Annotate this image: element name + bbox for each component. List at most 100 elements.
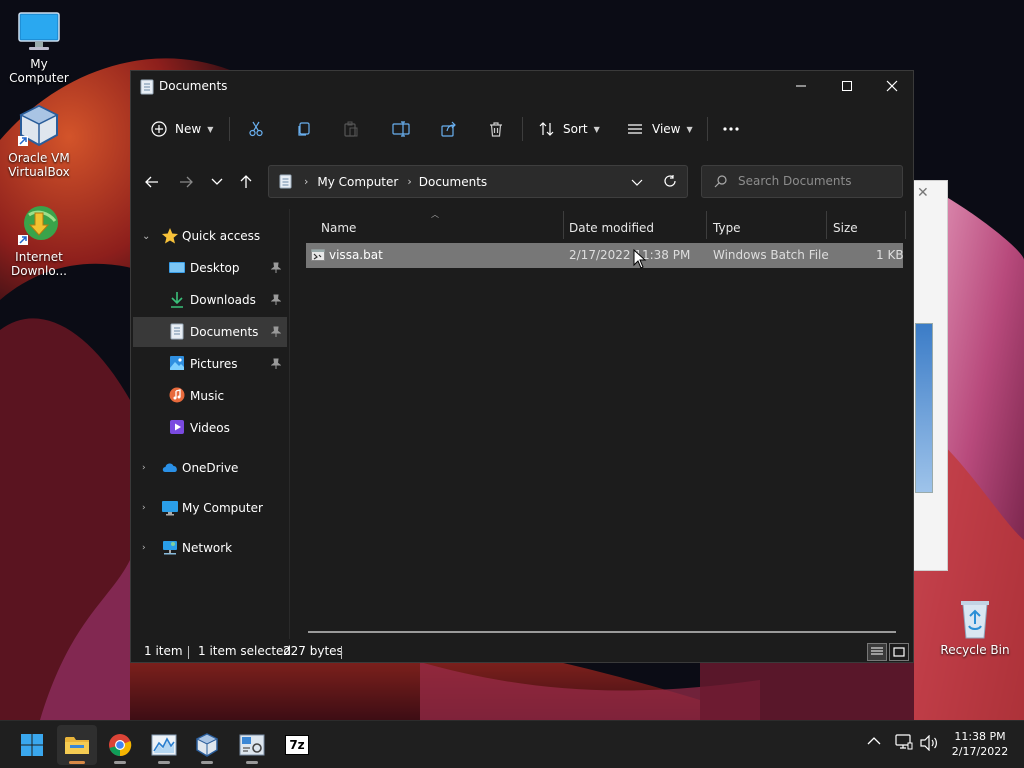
view-button[interactable]: View ▼	[627, 115, 693, 143]
column-divider[interactable]	[826, 211, 827, 239]
chevron-right-icon[interactable]: ›	[142, 503, 146, 513]
desktop-icon-recycle-bin[interactable]: Recycle Bin	[936, 596, 1014, 657]
new-button-label: New	[175, 122, 202, 136]
rename-button[interactable]	[392, 115, 410, 143]
navigation-pane: ⌄ Quick access Desktop Downloads Documen…	[131, 209, 289, 639]
details-view-button[interactable]	[867, 643, 887, 661]
star-icon	[161, 227, 179, 245]
network-status-button[interactable]	[895, 734, 913, 753]
taskbar-settings-app[interactable]	[232, 725, 272, 765]
taskbar-file-explorer[interactable]	[57, 725, 97, 765]
file-row[interactable]: vissa.bat 2/17/2022 11:38 PM Windows Bat…	[306, 243, 904, 268]
recent-locations-button[interactable]	[204, 169, 230, 195]
close-button[interactable]	[869, 71, 915, 101]
address-bar[interactable]: › My Computer › Documents	[268, 165, 688, 198]
up-button[interactable]	[233, 169, 259, 195]
search-box[interactable]	[701, 165, 903, 198]
column-divider[interactable]	[706, 211, 707, 239]
start-button[interactable]	[12, 725, 52, 765]
column-header-size[interactable]: Size	[833, 215, 858, 241]
sidebar-item-quick-access[interactable]: ⌄ Quick access	[133, 221, 287, 251]
clock-time: 11:38 PM	[954, 730, 1006, 743]
taskbar-chrome[interactable]	[100, 725, 140, 765]
desktop-icon-label: Internet Downlo...	[11, 250, 67, 278]
sidebar-item-documents[interactable]: Documents	[133, 317, 287, 347]
search-input[interactable]	[738, 174, 888, 188]
desktop-icon-virtualbox[interactable]: Oracle VM VirtualBox	[0, 104, 78, 179]
sidebar-item-my-computer[interactable]: › My Computer	[133, 493, 287, 523]
paste-icon	[344, 121, 358, 137]
taskbar-7zip[interactable]: 7z	[277, 725, 317, 765]
file-explorer-window[interactable]: Documents New ▼ Sort ▼ View ▼ › My Compu…	[130, 70, 914, 663]
new-button[interactable]: New ▼	[151, 115, 213, 143]
title-bar[interactable]: Documents	[131, 71, 913, 101]
volume-button[interactable]	[920, 734, 938, 754]
chevron-up-icon	[867, 737, 881, 745]
show-hidden-icons-button[interactable]	[867, 735, 881, 749]
column-divider[interactable]	[563, 211, 564, 239]
pin-icon[interactable]	[270, 262, 282, 277]
pin-icon[interactable]	[270, 326, 282, 341]
pin-icon[interactable]	[270, 294, 282, 309]
pane-divider[interactable]	[289, 209, 290, 639]
sidebar-item-downloads[interactable]: Downloads	[133, 285, 287, 315]
status-bar: 1 item 1 item selected 227 bytes	[131, 641, 913, 663]
column-header-date-modified[interactable]: Date modified	[569, 215, 654, 241]
sidebar-item-onedrive[interactable]: › OneDrive	[133, 453, 287, 483]
7zip-icon-label: 7z	[289, 738, 305, 752]
copy-button[interactable]	[296, 115, 312, 143]
chevron-right-icon[interactable]: ›	[142, 463, 146, 473]
forward-button[interactable]	[173, 169, 199, 195]
horizontal-scrollbar[interactable]	[308, 631, 896, 633]
cut-button[interactable]	[248, 115, 264, 143]
taskbar-task-manager[interactable]	[144, 725, 184, 765]
toolbar-divider	[229, 117, 230, 141]
back-button[interactable]	[139, 169, 165, 195]
sidebar-item-music[interactable]: Music	[133, 381, 287, 411]
delete-button[interactable]	[488, 115, 504, 143]
chevron-down-icon[interactable]: ⌄	[142, 231, 150, 242]
refresh-button[interactable]	[663, 174, 677, 191]
desktop-icon-my-computer[interactable]: My Computer	[0, 10, 78, 85]
sidebar-item-network[interactable]: › Network	[133, 533, 287, 563]
more-options-button[interactable]	[722, 115, 740, 143]
paste-button[interactable]	[343, 115, 359, 143]
column-header-name[interactable]: Name	[321, 215, 356, 241]
tiles-view-button[interactable]	[889, 643, 909, 661]
close-icon[interactable]: ✕	[917, 185, 929, 201]
sidebar-item-label: Network	[182, 541, 233, 555]
chevron-down-icon: ▼	[686, 124, 693, 134]
desktop-icon-internet-download[interactable]: Internet Downlo...	[0, 203, 78, 278]
rename-icon	[392, 121, 410, 137]
sidebar-item-label: OneDrive	[182, 461, 239, 475]
trash-icon	[490, 122, 502, 137]
sidebar-item-desktop[interactable]: Desktop	[133, 253, 287, 283]
file-explorer-icon	[65, 737, 89, 754]
maximize-button[interactable]	[824, 71, 870, 101]
breadcrumb-documents[interactable]: Documents	[419, 175, 487, 189]
sidebar-item-videos[interactable]: Videos	[133, 413, 287, 443]
windows-start-icon	[21, 734, 43, 756]
chevron-down-icon: ▼	[593, 124, 600, 134]
videos-icon	[169, 419, 187, 437]
column-header-type[interactable]: Type	[713, 215, 741, 241]
address-row: › My Computer › Documents	[131, 165, 913, 199]
minimize-button[interactable]	[778, 71, 824, 101]
address-history-button[interactable]	[631, 176, 643, 190]
share-button[interactable]	[441, 115, 457, 143]
view-button-label: View	[652, 122, 681, 136]
clock-button[interactable]: 11:38 PM 2/17/2022	[946, 729, 1014, 759]
monitor-icon	[17, 10, 61, 54]
view-list-icon	[628, 124, 642, 134]
running-indicator	[158, 761, 170, 764]
taskbar-virtualbox[interactable]	[187, 725, 227, 765]
column-divider[interactable]	[905, 211, 906, 239]
breadcrumb-my-computer[interactable]: My Computer	[317, 175, 398, 189]
file-name: vissa.bat	[329, 248, 383, 262]
chevron-right-icon[interactable]: ›	[142, 543, 146, 553]
pin-icon[interactable]	[270, 358, 282, 373]
sidebar-item-label: Downloads	[190, 293, 256, 307]
refresh-icon	[664, 175, 676, 187]
sidebar-item-pictures[interactable]: Pictures	[133, 349, 287, 379]
sort-button[interactable]: Sort ▼	[539, 115, 600, 143]
